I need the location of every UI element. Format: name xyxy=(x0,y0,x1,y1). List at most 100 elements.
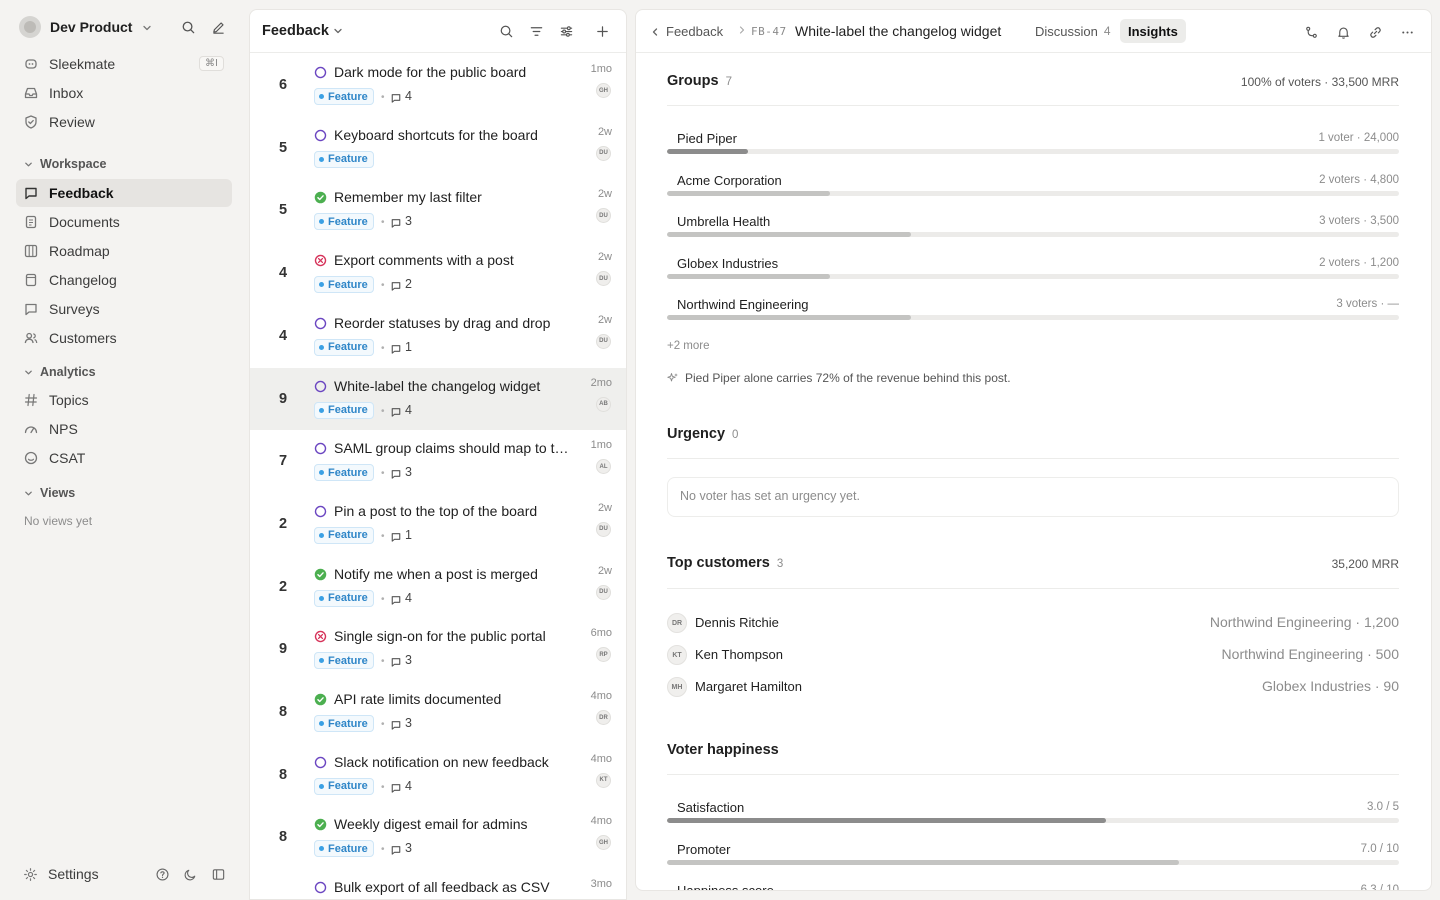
feedback-row[interactable]: 6 Dark mode for the public board Feature • 4… xyxy=(250,54,626,116)
tag-badge[interactable]: Feature xyxy=(314,777,374,795)
comment-count: 2 xyxy=(405,277,412,292)
tag-badge[interactable]: Feature xyxy=(314,840,374,858)
toggle-sidebar-button[interactable] xyxy=(208,864,228,884)
more-options-button[interactable] xyxy=(1397,22,1417,42)
sidebar-item-changelog[interactable]: Changelog xyxy=(16,266,232,294)
help-button[interactable] xyxy=(152,864,172,884)
feedback-row[interactable]: 9 White-label the changelog widget Feature… xyxy=(250,367,626,430)
theme-toggle-button[interactable] xyxy=(180,864,200,884)
status-open-icon[interactable] xyxy=(314,66,327,79)
status-open-icon[interactable] xyxy=(314,317,327,330)
sidebar-item-topics[interactable]: Topics xyxy=(16,386,232,414)
sidebar-item-roadmap[interactable]: Roadmap xyxy=(16,237,232,265)
group-row[interactable]: Northwind Engineering 3 voters · — xyxy=(667,297,1399,331)
group-bar-fill xyxy=(667,232,911,237)
sidebar-item-feedback[interactable]: Feedback xyxy=(16,179,232,207)
status-open-icon[interactable] xyxy=(314,881,327,894)
show-more-groups-link[interactable]: +2 more xyxy=(667,340,710,352)
status-done-icon[interactable] xyxy=(314,693,327,706)
tag-badge[interactable]: Feature xyxy=(314,589,374,607)
customer-row[interactable]: DR Dennis Ritchie Northwind Engineering … xyxy=(667,612,1399,634)
group-row[interactable]: Pied Piper 1 voter · 24,000 xyxy=(667,131,1399,165)
tag-badge[interactable]: Feature xyxy=(314,464,374,482)
breadcrumb-back[interactable]: Feedback xyxy=(650,24,723,39)
feedback-row[interactable]: 8 Weekly digest email for admins Feature • 3… xyxy=(250,806,626,868)
sidebar-item-nps[interactable]: NPS xyxy=(16,415,232,443)
separator-dot: • xyxy=(381,781,385,793)
feedback-row[interactable]: 9 Single sign-on for the public portal Fea… xyxy=(250,618,626,680)
compose-button[interactable] xyxy=(208,17,228,37)
tag-badge[interactable]: Feature xyxy=(314,526,374,544)
status-done-icon[interactable] xyxy=(314,568,327,581)
feedback-row[interactable]: 5 Remember my last filter Feature • 3 2w DU xyxy=(250,179,626,241)
status-closed-icon[interactable] xyxy=(314,630,327,643)
filter-button[interactable] xyxy=(526,21,546,41)
tag-badge[interactable]: Feature xyxy=(314,88,374,105)
tag-label: Feature xyxy=(328,592,368,605)
search-button[interactable] xyxy=(178,17,198,37)
workspace-switcher[interactable]: Dev Product xyxy=(16,14,232,40)
sidebar-item-inbox[interactable]: Inbox xyxy=(16,79,232,107)
list-search-button[interactable] xyxy=(496,21,516,41)
status-open-icon[interactable] xyxy=(314,756,327,769)
tag-badge[interactable]: Feature xyxy=(314,715,374,732)
views-section-toggle[interactable]: Views xyxy=(24,484,75,502)
tag-dot xyxy=(319,344,324,350)
copy-link-button[interactable] xyxy=(1365,22,1385,42)
voter-happiness-section-title: Voter happiness xyxy=(667,742,779,758)
status-open-icon[interactable] xyxy=(314,380,327,393)
comment-count: 3 xyxy=(405,841,412,856)
tag-badge[interactable]: Feature xyxy=(314,276,374,294)
settings-button[interactable]: Settings xyxy=(16,862,232,886)
sidebar-item-review[interactable]: Review xyxy=(16,108,232,136)
feedback-row[interactable]: 4 Reorder statuses by drag and drop Featur… xyxy=(250,305,626,367)
sidebar-item-surveys[interactable]: Surveys xyxy=(16,295,232,323)
feedback-row[interactable]: 8 API rate limits documented Feature • 3 4mo D… xyxy=(250,681,626,743)
tag-badge[interactable]: Feature xyxy=(314,338,374,356)
customer-row[interactable]: MH Margaret Hamilton Globex Industries ·… xyxy=(667,676,1399,698)
sidebar-item-csat[interactable]: CSAT xyxy=(16,444,232,472)
tag-badge[interactable]: Feature xyxy=(314,213,374,231)
sidebar-item-documents[interactable]: Documents xyxy=(16,208,232,236)
group-bar-track xyxy=(667,315,1399,320)
customer-row[interactable]: KT Ken Thompson Northwind Engineering · … xyxy=(667,644,1399,666)
feedback-row[interactable]: 8 Slack notification on new feedback Featu… xyxy=(250,744,626,806)
display-options-button[interactable] xyxy=(556,21,576,41)
new-post-button[interactable] xyxy=(592,21,612,41)
tag-badge[interactable]: Feature xyxy=(314,401,374,419)
feedback-row[interactable]: Bulk export of all feedback as CSVFeatur… xyxy=(250,869,626,899)
tag-dot xyxy=(319,94,324,99)
tag-badge[interactable]: Feature xyxy=(314,652,374,670)
sidebar-item-label: Feedback xyxy=(49,185,114,201)
feedback-row[interactable]: 2 Notify me when a post is merged Feature •… xyxy=(250,556,626,618)
status-done-icon[interactable] xyxy=(314,191,327,204)
tab-discussion[interactable]: Discussion 4 xyxy=(1027,19,1119,43)
list-title[interactable]: Feedback xyxy=(262,23,329,39)
status-closed-icon[interactable] xyxy=(314,254,327,267)
feedback-row[interactable]: 2 Pin a post to the top of the board Featu… xyxy=(250,493,626,555)
customer-avatar: DR xyxy=(667,613,687,633)
feedback-row[interactable]: 5 Keyboard shortcuts for the board Feature… xyxy=(250,117,626,179)
status-open-icon[interactable] xyxy=(314,505,327,518)
analytics-section-toggle[interactable]: Analytics xyxy=(24,363,96,381)
tag-label: Feature xyxy=(328,529,368,542)
feedback-row[interactable]: 7 SAML group claims should map to teams Fe… xyxy=(250,430,626,492)
branch-button[interactable] xyxy=(1301,22,1321,42)
tab-insights[interactable]: Insights xyxy=(1120,19,1186,43)
group-row[interactable]: Globex Industries 2 voters · 1,200 xyxy=(667,256,1399,290)
workspace-section-toggle[interactable]: Workspace xyxy=(24,155,106,173)
tag-label: Feature xyxy=(328,404,368,416)
separator-dot: • xyxy=(381,405,385,417)
subscribe-button[interactable] xyxy=(1333,22,1353,42)
tag-dot xyxy=(319,219,324,225)
sidebar-item-sleekmate[interactable]: Sleekmate ⌘I xyxy=(16,50,232,78)
status-open-icon[interactable] xyxy=(314,442,327,455)
feedback-row[interactable]: 4 Export comments with a post Feature • 2 2w D… xyxy=(250,242,626,304)
group-row[interactable]: Umbrella Health 3 voters · 3,500 xyxy=(667,214,1399,248)
group-row[interactable]: Acme Corporation 2 voters · 4,800 xyxy=(667,173,1399,207)
section-title-text: Voter happiness xyxy=(667,742,779,758)
tag-badge[interactable]: Feature xyxy=(314,150,374,168)
sidebar-item-customers[interactable]: Customers xyxy=(16,324,232,352)
status-open-icon[interactable] xyxy=(314,129,327,142)
status-done-icon[interactable] xyxy=(314,818,327,831)
